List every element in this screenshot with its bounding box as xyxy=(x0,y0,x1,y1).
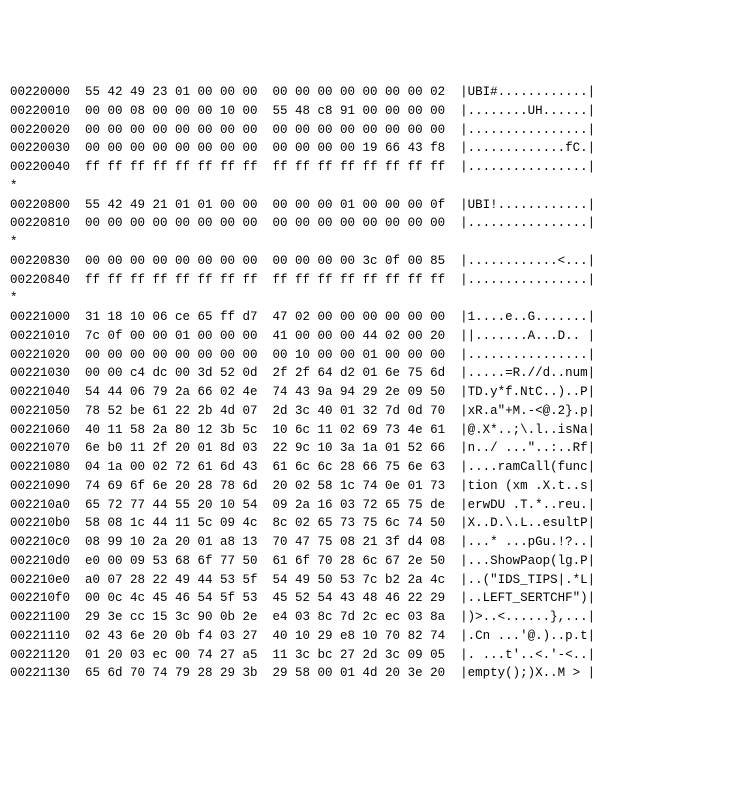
hexdump-view: 00220000 55 42 49 23 01 00 00 00 00 00 0… xyxy=(10,83,742,683)
